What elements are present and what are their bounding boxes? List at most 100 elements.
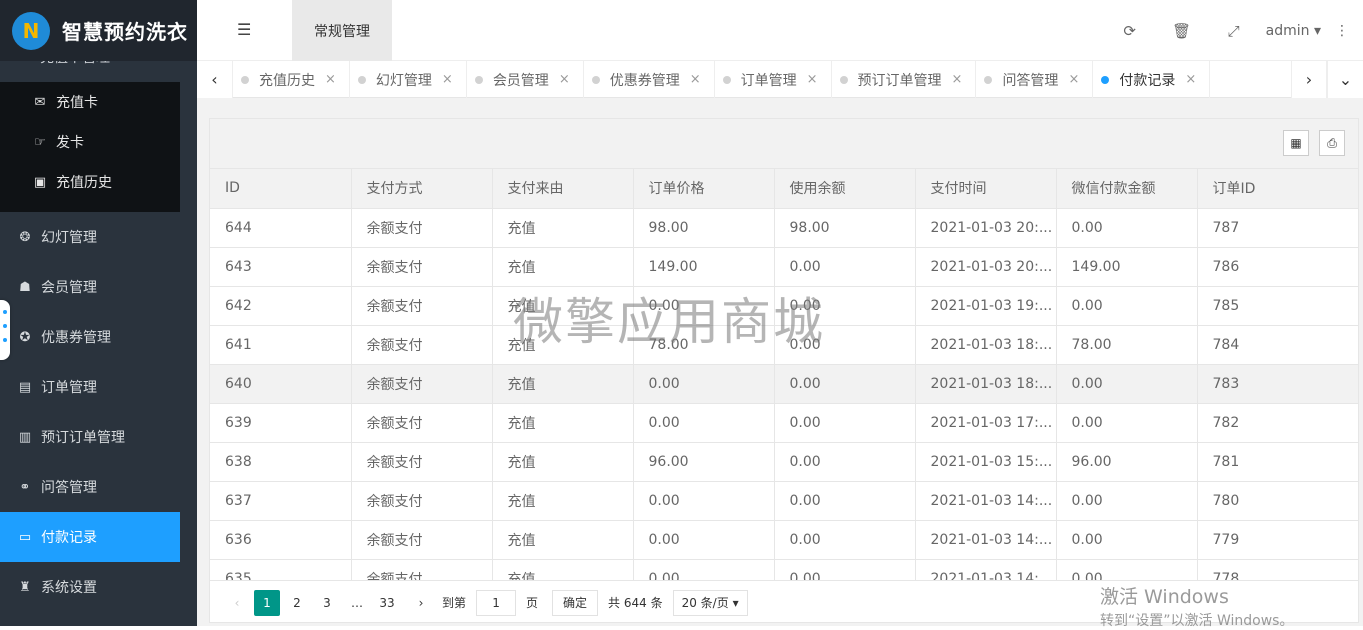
next-page-icon[interactable]: › [408, 590, 434, 616]
table-cell: 0.00 [773, 403, 916, 443]
columns-icon[interactable]: ▦ [1283, 130, 1309, 156]
print-icon[interactable]: ⎙ [1319, 130, 1345, 156]
table-cell: 余额支付 [350, 325, 493, 365]
table-cell: 充值 [491, 481, 634, 521]
tab-scroll-left-icon[interactable]: ‹ [197, 61, 233, 98]
total-count: 共 644 条 [608, 596, 663, 610]
column-header[interactable]: 支付方式 [350, 169, 493, 209]
column-header[interactable]: ID [210, 169, 352, 209]
page-number[interactable]: … [344, 590, 370, 616]
column-header[interactable]: 订单价格 [632, 169, 775, 209]
table-cell: 783 [1196, 364, 1358, 404]
table-cell: 782 [1196, 403, 1358, 443]
confirm-button[interactable]: 确定 [552, 589, 599, 616]
table-row[interactable]: 638 余额支付 充值 96.00 0.00 2021-01-03 15:... 96.00… [210, 442, 1358, 482]
table-cell: 638 [210, 442, 352, 482]
page-number[interactable]: 3 [314, 590, 340, 616]
page-input[interactable]: 1 [476, 589, 517, 616]
table-cell: 0.00 [1055, 403, 1198, 443]
sidebar-item-label: 会员管理 [41, 280, 97, 296]
refresh-icon[interactable]: ⟳ [1104, 22, 1156, 40]
page-tab[interactable]: 充值历史 × [233, 61, 350, 98]
per-page-value: 20 条/页 [681, 596, 729, 610]
sidebar-item[interactable]: ▥ 预订订单管理 [0, 412, 180, 462]
page-tab[interactable]: 问答管理 × [976, 61, 1094, 98]
table-cell: 充值 [491, 286, 634, 326]
page-number[interactable]: 33 [374, 590, 400, 616]
table-row[interactable]: 640 余额支付 充值 0.00 0.00 2021-01-03 18:... 0.00 78… [210, 364, 1358, 404]
sidebar-item-label: 预订订单管理 [41, 430, 125, 446]
tab-menu-chevron-icon[interactable]: ⌄ [1327, 61, 1363, 98]
table-cell: 2021-01-03 14:... [914, 481, 1057, 521]
fullscreen-icon[interactable]: ⤢ [1208, 22, 1260, 40]
menu-fold-icon[interactable]: ☰ [237, 20, 257, 40]
table-cell: 643 [210, 247, 352, 287]
page-number[interactable]: 2 [284, 590, 310, 616]
column-header[interactable]: 订单ID [1196, 169, 1358, 209]
sidebar-item[interactable]: ☗ 会员管理 [0, 262, 180, 312]
column-header[interactable]: 微信付款金额 [1055, 169, 1198, 209]
page-number[interactable]: 1 [254, 589, 280, 616]
sidebar-subitem[interactable]: ☞ 发卡 [0, 122, 180, 162]
table-row[interactable]: 637 余额支付 充值 0.00 0.00 2021-01-03 14:... 0.00 78… [210, 481, 1358, 521]
table-cell: 2021-01-03 20:... [914, 208, 1057, 248]
more-icon[interactable]: ⋮ [1335, 23, 1349, 39]
close-icon[interactable]: × [442, 72, 453, 87]
table-row[interactable]: 639 余额支付 充值 0.00 0.00 2021-01-03 17:... 0.00 78… [210, 403, 1358, 443]
page-tab[interactable]: 付款记录 × [1093, 61, 1211, 98]
close-icon[interactable]: × [690, 72, 701, 87]
per-page-select[interactable]: 20 条/页 ▾ [672, 589, 748, 616]
close-icon[interactable]: × [1185, 72, 1196, 87]
table-cell: 642 [210, 286, 352, 326]
table-row[interactable]: 636 余额支付 充值 0.00 0.00 2021-01-03 14:... 0.00 77… [210, 520, 1358, 560]
tab-scroll-right-icon[interactable]: › [1291, 61, 1327, 98]
tab-label: 问答管理 [1002, 72, 1059, 89]
app-title: 智慧预约洗衣 [62, 20, 188, 44]
page-tab[interactable]: 优惠券管理 × [584, 61, 715, 98]
sidebar-item-label: 付款记录 [41, 530, 97, 546]
column-header[interactable]: 支付来由 [491, 169, 634, 209]
trash-icon[interactable]: 🗑 [1156, 22, 1208, 40]
sidebar-item[interactable]: ❂ 幻灯管理 [0, 212, 180, 262]
table-row[interactable]: 642 余额支付 充值 0.00 0.00 2021-01-03 19:... 0.00 78… [210, 286, 1358, 326]
side-handle[interactable] [0, 300, 10, 360]
table-cell: 余额支付 [350, 286, 493, 326]
table-cell: 641 [210, 325, 352, 365]
sidebar-item[interactable]: ⚭ 问答管理 [0, 462, 180, 512]
prev-page-icon[interactable]: ‹ [224, 590, 250, 616]
page-tab[interactable]: 预订订单管理 × [832, 61, 977, 98]
table-cell: 149.00 [1055, 247, 1198, 287]
sidebar-subitem[interactable]: ✉ 充值卡 [0, 82, 180, 122]
table-cell: 96.00 [632, 442, 775, 482]
column-header[interactable]: 支付时间 [914, 169, 1057, 209]
sidebar-item-label: 问答管理 [41, 480, 97, 496]
close-icon[interactable]: × [952, 72, 963, 87]
sidebar-item[interactable]: ♜ 系统设置 [0, 562, 180, 612]
close-icon[interactable]: × [1068, 72, 1079, 87]
table-cell: 780 [1196, 481, 1358, 521]
user-menu[interactable]: admin ▾ [1266, 23, 1321, 39]
sidebar-item[interactable]: ▭ 付款记录 [0, 512, 180, 562]
sidebar-item[interactable]: ✪ 优惠券管理 [0, 312, 180, 362]
close-icon[interactable]: × [325, 72, 336, 87]
sidebar-item[interactable]: ▤ 订单管理 [0, 362, 180, 412]
tab-general-management[interactable]: 常规管理 [292, 0, 392, 61]
table-cell: 787 [1196, 208, 1358, 248]
table-row[interactable]: 643 余额支付 充值 149.00 0.00 2021-01-03 20:... 149.… [210, 247, 1358, 287]
table-panel: ▦ ⎙ ID 支付方式 支付来由 订单价格 使用余额 支付时间 微信付款金额 订单ID 644… [209, 118, 1359, 623]
settings-icon: ♜ [19, 579, 31, 595]
logo[interactable]: N 智慧预约洗衣 [0, 0, 197, 61]
page-tab[interactable]: 订单管理 × [715, 61, 832, 98]
table-cell: 0.00 [632, 364, 775, 404]
page-tab[interactable]: 会员管理 × [467, 61, 584, 98]
table-row[interactable]: 641 余额支付 充值 78.00 0.00 2021-01-03 18:... 78.00… [210, 325, 1358, 365]
table-cell: 639 [210, 403, 352, 443]
sidebar-subitem[interactable]: ▣ 充值历史 [0, 162, 180, 202]
close-icon[interactable]: × [559, 72, 570, 87]
column-header[interactable]: 使用余额 [773, 169, 916, 209]
table-row[interactable]: 644 余额支付 充值 98.00 98.00 2021-01-03 20:... 0.00… [210, 208, 1358, 248]
table-cell: 充值 [491, 325, 634, 365]
close-icon[interactable]: × [807, 72, 818, 87]
page-tab[interactable]: 幻灯管理 × [350, 61, 467, 98]
tab-status-dot [591, 75, 600, 84]
